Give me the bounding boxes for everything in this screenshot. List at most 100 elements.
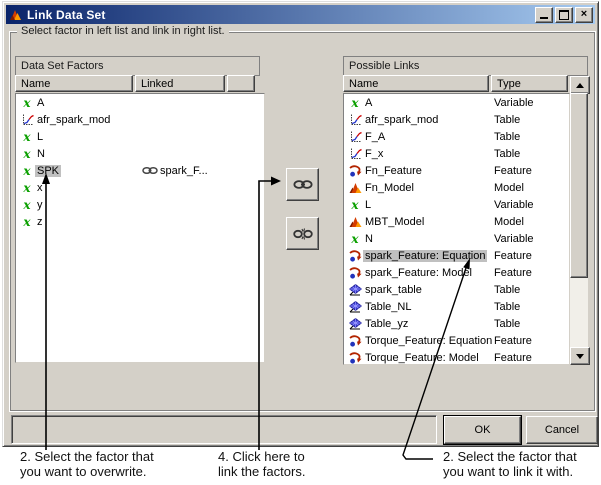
left-column-header-name[interactable]: Name — [15, 75, 133, 92]
list-item[interactable]: spark_Feature: Equation Feature — [344, 247, 569, 264]
variable-icon: x — [23, 163, 31, 178]
chain-link-icon — [142, 166, 158, 175]
list-item[interactable]: Torque_Feature: Model Feature — [344, 349, 569, 364]
variable-icon: x — [351, 231, 359, 246]
close-icon: × — [580, 7, 588, 20]
linked-value: spark_F... — [160, 164, 208, 177]
ok-button[interactable]: OK — [443, 415, 522, 445]
scrollbar-thumb[interactable] — [570, 93, 588, 278]
feature-icon — [348, 164, 361, 177]
possible-links-list: x A Variable afr_spark_mod Table F_A Table F_x T… — [343, 93, 570, 365]
chain-link-icon — [293, 180, 312, 189]
item-label: Table_NL — [365, 300, 412, 313]
table-3d-icon — [348, 300, 362, 312]
table-2d-icon — [350, 148, 362, 159]
close-button[interactable]: × — [575, 6, 593, 23]
cancel-button[interactable]: Cancel — [526, 416, 598, 444]
item-label: F_x — [365, 147, 384, 160]
list-item[interactable]: x N Variable — [344, 230, 569, 247]
selected-item-label: spark_Feature: Equation — [363, 249, 488, 262]
item-label: A — [37, 96, 45, 109]
list-item[interactable]: x A Variable — [344, 94, 569, 111]
list-item[interactable]: afr_spark_mod — [16, 111, 264, 128]
link-button[interactable] — [286, 168, 319, 201]
title-bar[interactable]: Link Data Set × — [6, 5, 595, 24]
list-item[interactable]: xz — [16, 213, 264, 230]
left-column-header-linked[interactable]: Linked — [135, 75, 225, 92]
item-label: MBT_Model — [365, 215, 425, 228]
variable-icon: x — [23, 129, 31, 144]
feature-icon — [348, 266, 361, 279]
groupbox-label: Select factor in left list and link in r… — [17, 25, 229, 37]
variable-icon: x — [23, 146, 31, 161]
list-item[interactable]: Table_NL Table — [344, 298, 569, 315]
model-icon — [349, 182, 361, 193]
matlab-app-icon — [10, 9, 21, 20]
type-cell: Variable — [494, 96, 534, 109]
broken-chain-icon — [292, 227, 313, 240]
maximize-icon — [559, 9, 569, 20]
maximize-button[interactable] — [555, 6, 573, 23]
list-item[interactable]: Fn_Feature Feature — [344, 162, 569, 179]
item-label: spark_Feature: Model — [365, 266, 472, 279]
list-item[interactable]: MBT_Model Model — [344, 213, 569, 230]
type-cell: Table — [494, 283, 521, 296]
variable-icon: x — [23, 180, 31, 195]
list-item[interactable]: Torque_Feature: Equation Feature — [344, 332, 569, 349]
type-cell: Table — [494, 317, 521, 330]
list-item[interactable]: F_x Table — [344, 145, 569, 162]
status-bar — [11, 415, 437, 444]
item-label: Fn_Feature — [365, 164, 422, 177]
list-item[interactable]: xx — [16, 179, 264, 196]
left-panel-title: Data Set Factors — [15, 56, 260, 76]
minimize-button[interactable] — [535, 6, 553, 23]
list-item[interactable]: xy — [16, 196, 264, 213]
item-label: Torque_Feature: Model — [365, 351, 479, 364]
table-2d-icon — [350, 114, 362, 125]
list-item[interactable]: spark_Feature: Model Feature — [344, 264, 569, 281]
item-label: L — [365, 198, 372, 211]
item-label: Fn_Model — [365, 181, 414, 194]
variable-icon: x — [23, 95, 31, 110]
type-cell: Feature — [494, 249, 532, 262]
list-item[interactable]: xN — [16, 145, 264, 162]
item-label: spark_table — [365, 283, 422, 296]
list-item[interactable]: Fn_Model Model — [344, 179, 569, 196]
callout-select-link-with: 2. Select the factor that you want to li… — [443, 449, 577, 479]
variable-icon: x — [351, 197, 359, 212]
list-item[interactable]: xA — [16, 94, 264, 111]
callout-select-overwrite: 2. Select the factor that you want to ov… — [20, 449, 154, 479]
unlink-button[interactable] — [286, 217, 319, 250]
right-column-header-name[interactable]: Name — [343, 75, 489, 92]
type-cell: Feature — [494, 164, 532, 177]
item-label: Table_yz — [365, 317, 409, 330]
table-3d-icon — [348, 317, 362, 329]
link-data-set-dialog: Link Data Set × Select factor in left li… — [2, 1, 599, 447]
list-item[interactable]: xL — [16, 128, 264, 145]
item-label: N — [365, 232, 373, 245]
scrollbar-down-button[interactable] — [570, 347, 590, 365]
type-cell: Feature — [494, 351, 532, 364]
model-icon — [349, 216, 361, 227]
item-label: z — [37, 215, 43, 228]
list-item[interactable]: Table_yz Table — [344, 315, 569, 332]
minimize-icon — [540, 17, 548, 19]
item-label: afr_spark_mod — [365, 113, 439, 126]
feature-icon — [348, 351, 361, 364]
list-item[interactable]: x SPK spark_F... — [16, 162, 264, 179]
scrollbar-track[interactable] — [570, 278, 588, 347]
list-item[interactable]: spark_table Table — [344, 281, 569, 298]
variable-icon: x — [23, 197, 31, 212]
list-item[interactable]: F_A Table — [344, 128, 569, 145]
table-2d-icon — [350, 131, 362, 142]
list-item[interactable]: afr_spark_mod Table — [344, 111, 569, 128]
type-cell: Variable — [494, 232, 534, 245]
right-column-header-type[interactable]: Type — [491, 75, 568, 92]
scrollbar-up-button[interactable] — [570, 76, 590, 94]
list-item[interactable]: x L Variable — [344, 196, 569, 213]
screenshot-root: Link Data Set × Select factor in left li… — [0, 0, 601, 485]
linked-cell: spark_F... — [140, 165, 208, 177]
callout-click-link: 4. Click here to link the factors. — [218, 449, 306, 479]
type-cell: Feature — [494, 334, 532, 347]
type-cell: Model — [494, 181, 524, 194]
